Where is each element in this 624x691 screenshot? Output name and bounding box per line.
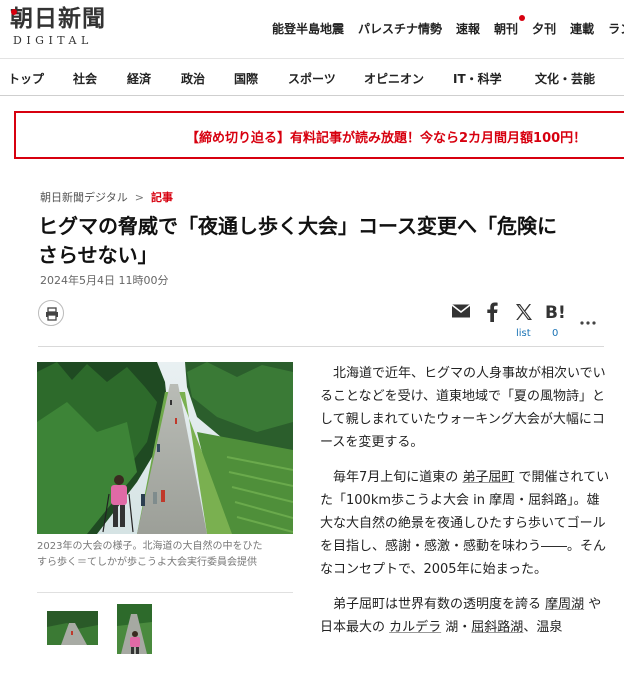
- more-icon: [580, 321, 596, 325]
- paragraph-3-text-d: 、温泉: [523, 620, 563, 635]
- headline-line-1: ヒグマの脅威で「夜通し歩く大会」コース変更へ「危険に: [38, 214, 557, 238]
- breadcrumb-separator: >: [134, 191, 144, 204]
- paragraph-2-text-a: 毎年7月上旬に道東の: [333, 470, 463, 485]
- svg-text:B!: B!: [545, 303, 566, 321]
- category-nav: トップ 社会 経済 政治 国際 スポーツ オピニオン IT・科学 文化・芸能: [0, 58, 624, 96]
- paragraph-1: 北海道で近年、ヒグマの人身事故が相次いでいることなどを受け、道東地域で「夏の風物…: [320, 366, 606, 450]
- headline-line-2: さらせない」: [38, 243, 158, 267]
- print-icon: [46, 307, 58, 321]
- breadcrumb-category[interactable]: 記事: [151, 191, 173, 204]
- site-header: 朝日新聞 DIGITAL 能登半島地震 パレスチナ情勢 速報 朝刊 夕刊 連載 …: [0, 0, 624, 58]
- facebook-share-button[interactable]: [486, 302, 498, 326]
- publish-date: 2024年5月4日 11時00分: [40, 274, 169, 287]
- nav-item-culture[interactable]: 文化・芸能: [535, 70, 595, 87]
- print-button[interactable]: [38, 300, 64, 326]
- promo-text: 【締め切り迫る】有料記事が読み放題！今なら2カ月間月額100円！: [186, 131, 587, 146]
- link-mashuko[interactable]: 摩周湖: [545, 597, 584, 612]
- article-main-photo[interactable]: [37, 362, 293, 534]
- header-link-morning-label: 朝刊: [494, 22, 519, 36]
- x-share-button[interactable]: [515, 303, 533, 325]
- header-link-breaking[interactable]: 速報: [456, 20, 480, 37]
- facebook-icon: [487, 302, 498, 322]
- hatena-bookmark-button[interactable]: B!: [545, 303, 567, 325]
- logo-english: DIGITAL: [13, 34, 93, 47]
- paragraph-2-text-b: で開催されていた「100km歩こうよ大会 in 摩周・屈斜路」。雄大な大自然の絶…: [320, 470, 610, 577]
- nav-item-it-science[interactable]: IT・科学: [453, 70, 502, 87]
- nav-item-society[interactable]: 社会: [73, 70, 97, 87]
- thumbnail-image-walker: [117, 604, 152, 654]
- paragraph-3-text-a: 弟子屈町は世界有数の透明度を誇る: [333, 597, 546, 612]
- link-kussharoko[interactable]: 屈斜路湖: [471, 620, 523, 635]
- nav-item-international[interactable]: 国際: [234, 70, 258, 87]
- logo-dot: [11, 9, 17, 15]
- mail-icon: [451, 304, 471, 318]
- header-link-morning[interactable]: 朝刊: [494, 15, 526, 37]
- photo-thumbnail-2[interactable]: [117, 604, 152, 654]
- site-logo[interactable]: 朝日新聞 DIGITAL: [10, 6, 120, 52]
- caption-line-2: すら歩く＝てしかが歩こうよ大会実行委員会提供: [37, 557, 257, 568]
- article-body: 北海道で近年、ヒグマの人身事故が相次いでいることなどを受け、道東地域で「夏の風物…: [320, 362, 610, 651]
- paragraph-3-text-c: 湖・: [441, 620, 472, 635]
- photo-caption: 2023年の大会の様子。北海道の大自然の中をひた すら歩く＝てしかが歩こうよ大会…: [37, 539, 297, 571]
- header-link-noto[interactable]: 能登半島地震: [272, 20, 344, 37]
- hatena-bookmark-count[interactable]: 0: [552, 328, 558, 339]
- nav-item-politics[interactable]: 政治: [181, 70, 205, 87]
- link-teshikaga[interactable]: 弟子屈町: [462, 470, 514, 485]
- logo-japanese: 朝日新聞: [10, 5, 106, 32]
- x-share-list-link[interactable]: list: [516, 328, 531, 339]
- paragraph-2: 毎年7月上旬に道東の 弟子屈町 で開催されていた「100km歩こうよ大会 in …: [320, 466, 610, 581]
- hatena-bookmark-icon: B!: [545, 303, 566, 323]
- caption-line-1: 2023年の大会の様子。北海道の大自然の中をひた: [37, 541, 263, 552]
- share-divider: [38, 346, 604, 347]
- header-link-palestine[interactable]: パレスチナ情勢: [358, 20, 442, 37]
- subscription-promo-banner[interactable]: 【締め切り迫る】有料記事が読み放題！今なら2カ月間月額100円！: [14, 111, 624, 159]
- header-link-evening[interactable]: 夕刊: [532, 20, 556, 37]
- header-link-series[interactable]: 連載: [570, 20, 594, 37]
- nav-item-economy[interactable]: 経済: [127, 70, 151, 87]
- mail-share-button[interactable]: [451, 303, 471, 323]
- x-icon: [516, 304, 532, 320]
- photo-divider: [37, 592, 293, 593]
- photo-thumbnail-1[interactable]: [47, 611, 98, 645]
- breadcrumb-site[interactable]: 朝日新聞デジタル: [40, 191, 128, 204]
- new-badge-dot: [519, 15, 526, 21]
- walkers-road-photo: [37, 362, 293, 534]
- more-share-button[interactable]: [580, 310, 596, 329]
- nav-item-sports[interactable]: スポーツ: [288, 70, 336, 87]
- header-links: 能登半島地震 パレスチナ情勢 速報 朝刊 夕刊 連載 ランキ: [272, 15, 624, 37]
- article-headline: ヒグマの脅威で「夜通し歩く大会」コース変更へ「危険に さらせない」: [38, 212, 608, 270]
- nav-item-opinion[interactable]: オピニオン: [364, 70, 424, 87]
- thumbnail-image-road: [47, 611, 98, 645]
- header-link-ranking[interactable]: ランキ: [608, 20, 624, 37]
- breadcrumb: 朝日新聞デジタル > 記事: [40, 189, 173, 205]
- nav-item-top[interactable]: トップ: [8, 70, 44, 87]
- paragraph-3: 弟子屈町は世界有数の透明度を誇る 摩周湖 や日本最大の カルデラ 湖・屈斜路湖、…: [320, 593, 610, 639]
- link-caldera[interactable]: カルデラ: [389, 620, 441, 635]
